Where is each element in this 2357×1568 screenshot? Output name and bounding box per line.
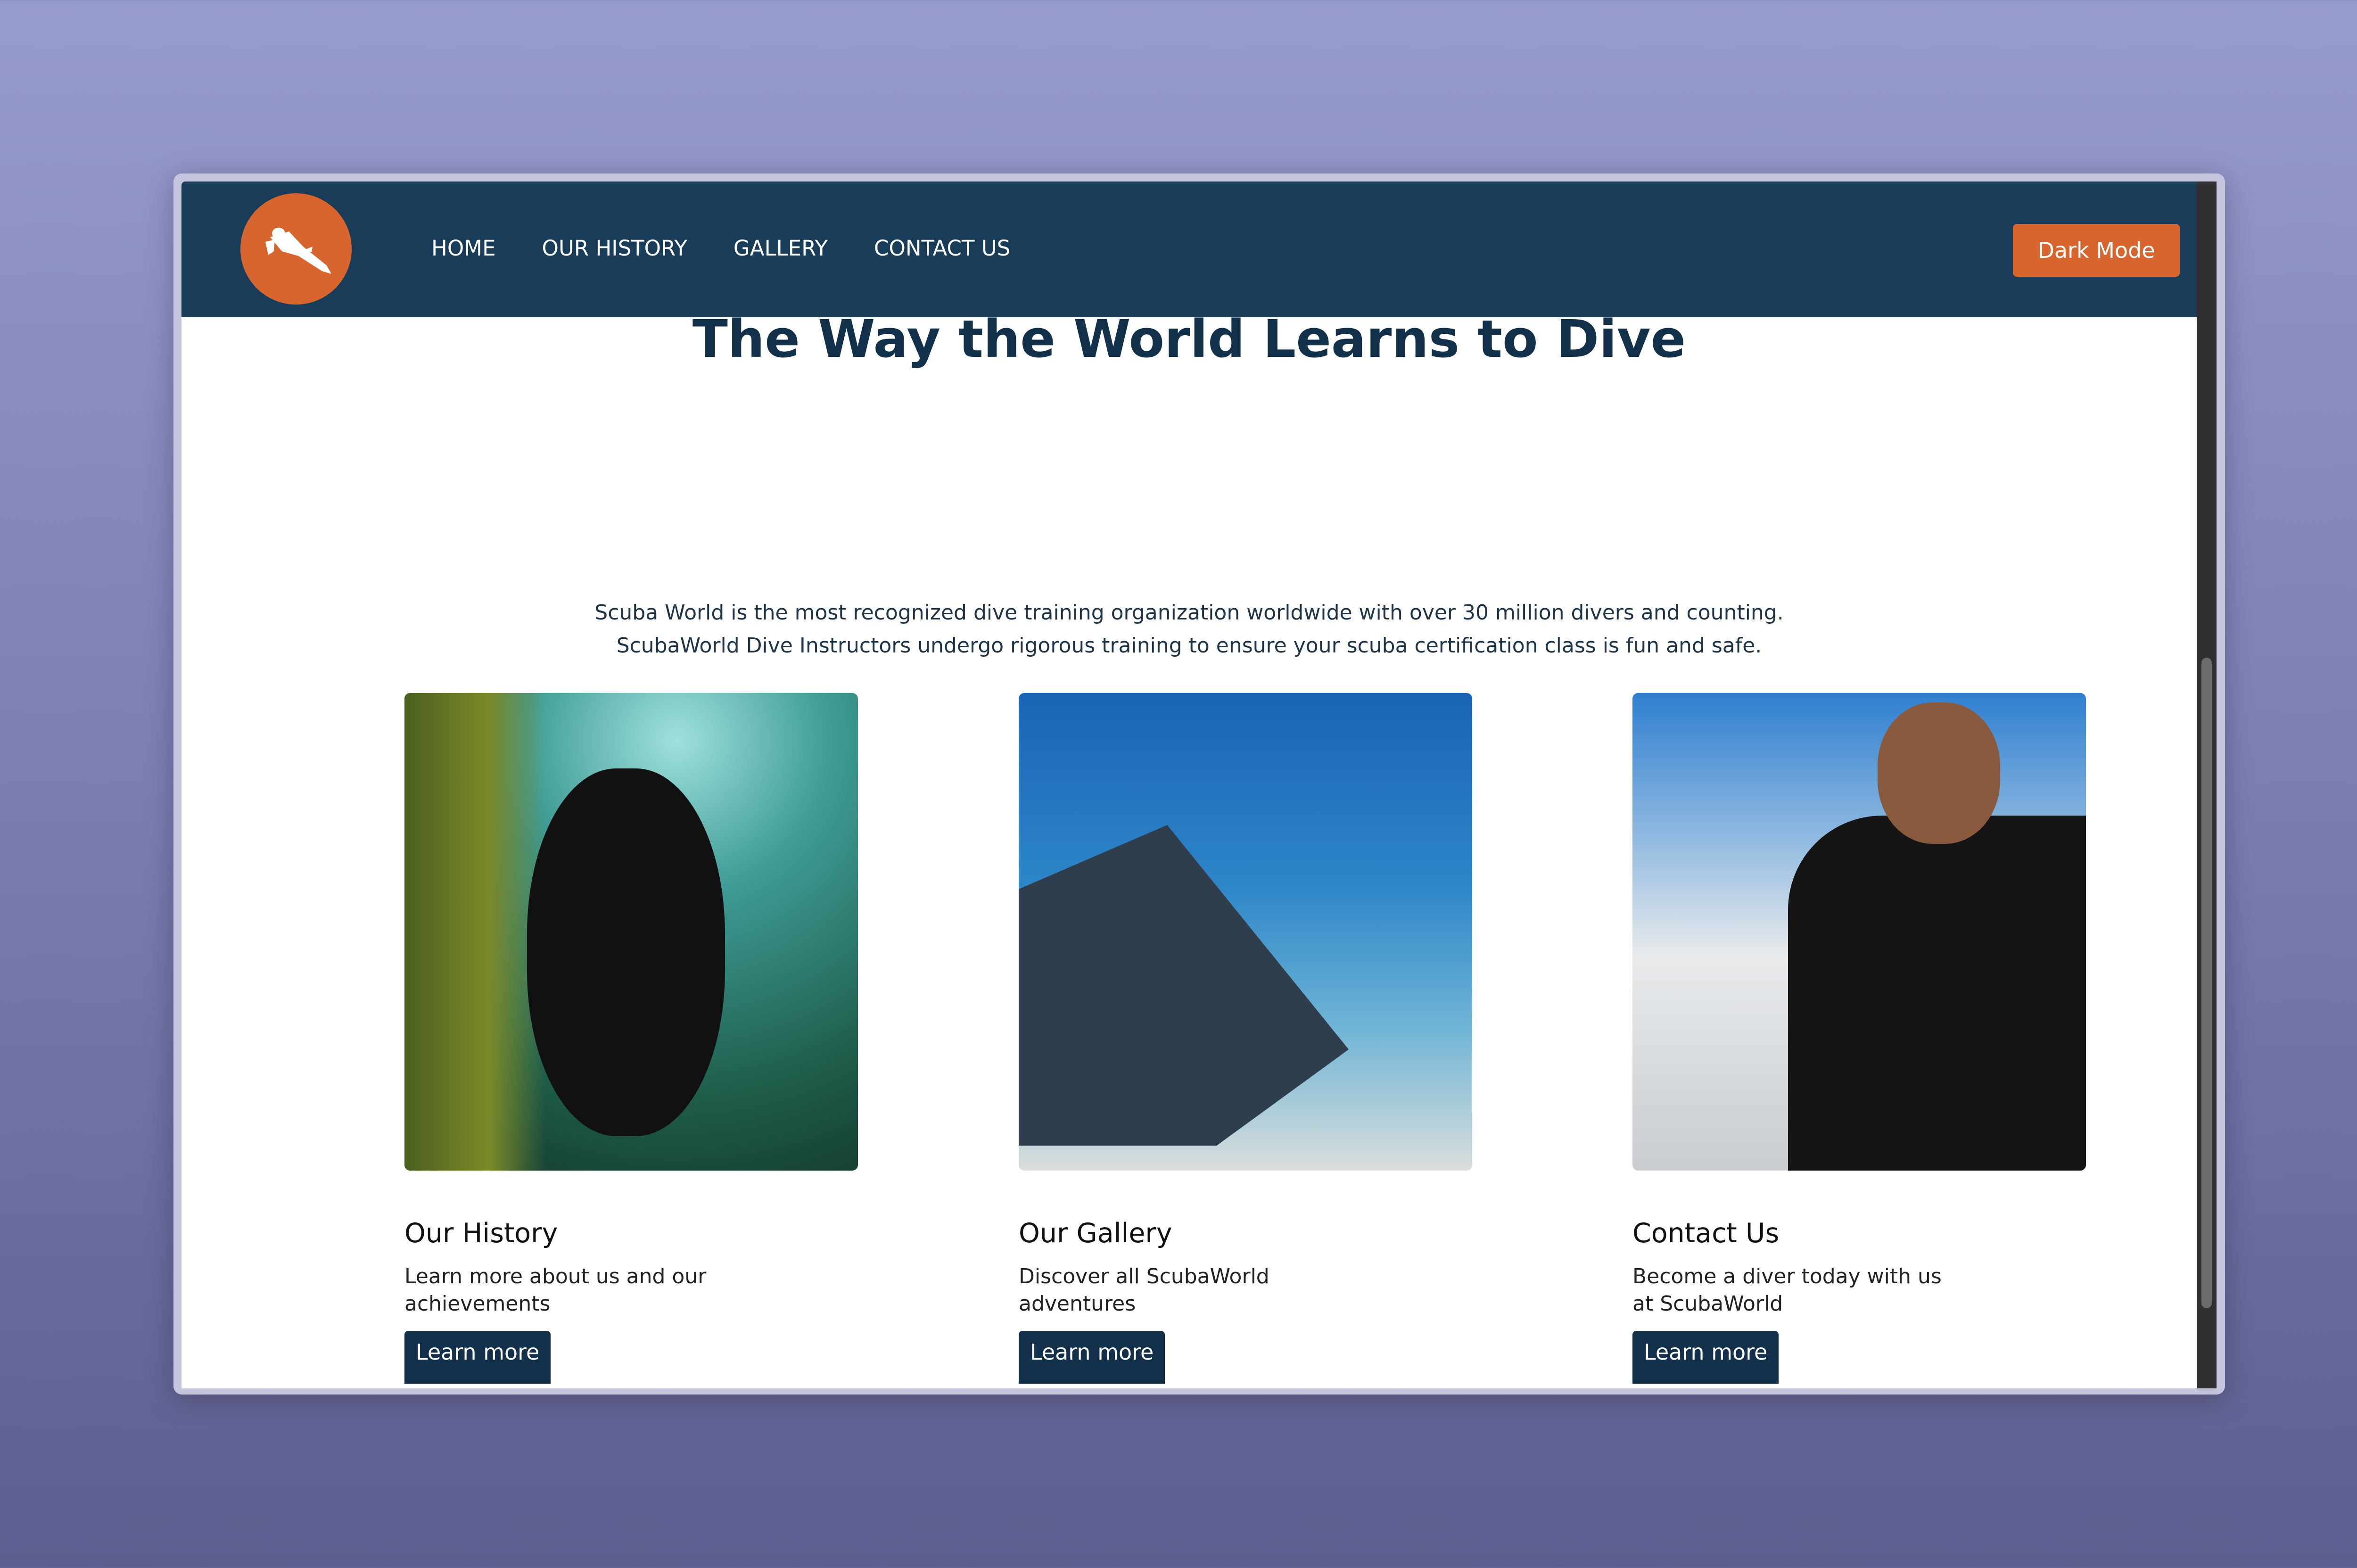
- card-contact-us: Contact Us Become a diver today with us …: [1632, 693, 2086, 1384]
- learn-more-button[interactable]: Learn more: [404, 1331, 551, 1384]
- browser-window: HOME OUR HISTORY GALLERY CONTACT US Dark…: [173, 173, 2225, 1395]
- nav-gallery[interactable]: GALLERY: [733, 236, 828, 261]
- nav-contact-us[interactable]: CONTACT US: [874, 236, 1010, 261]
- diver-kelp-image: [404, 693, 858, 1171]
- card-our-gallery: Our Gallery Discover all ScubaWorld adve…: [1019, 693, 1472, 1384]
- scrollbar[interactable]: [2197, 182, 2217, 1388]
- intro-text: Scuba World is the most recognized dive …: [181, 596, 2197, 662]
- card-description: Learn more about us and our achievements: [404, 1264, 707, 1316]
- card-title: Contact Us: [1632, 1218, 1780, 1249]
- diver-icon: [265, 228, 331, 274]
- page: HOME OUR HISTORY GALLERY CONTACT US Dark…: [181, 182, 2197, 1388]
- instructor-image: [1632, 693, 2086, 1171]
- dark-mode-button[interactable]: Dark Mode: [2013, 224, 2180, 277]
- page-title: The Way the World Learns to Dive: [692, 309, 1686, 369]
- main-nav: HOME OUR HISTORY GALLERY CONTACT US: [431, 236, 1010, 261]
- intro-line: ScubaWorld Dive Instructors undergo rigo…: [616, 634, 1762, 658]
- intro-line: Scuba World is the most recognized dive …: [594, 601, 1784, 625]
- card-description: Discover all ScubaWorld adventures: [1019, 1264, 1269, 1316]
- card-our-history: Our History Learn more about us and our …: [404, 693, 858, 1384]
- site-header: HOME OUR HISTORY GALLERY CONTACT US Dark…: [181, 182, 2197, 317]
- card-description: Become a diver today with us at ScubaWor…: [1632, 1264, 1942, 1316]
- learn-more-button[interactable]: Learn more: [1019, 1331, 1165, 1384]
- card-title: Our History: [404, 1218, 558, 1249]
- scrollbar-thumb[interactable]: [2201, 658, 2212, 1308]
- learn-more-button[interactable]: Learn more: [1632, 1331, 1779, 1384]
- logo[interactable]: [240, 193, 352, 305]
- card-title: Our Gallery: [1019, 1218, 1172, 1249]
- nav-our-history[interactable]: OUR HISTORY: [542, 236, 687, 261]
- shipwreck-image: [1019, 693, 1472, 1171]
- nav-home[interactable]: HOME: [431, 236, 496, 261]
